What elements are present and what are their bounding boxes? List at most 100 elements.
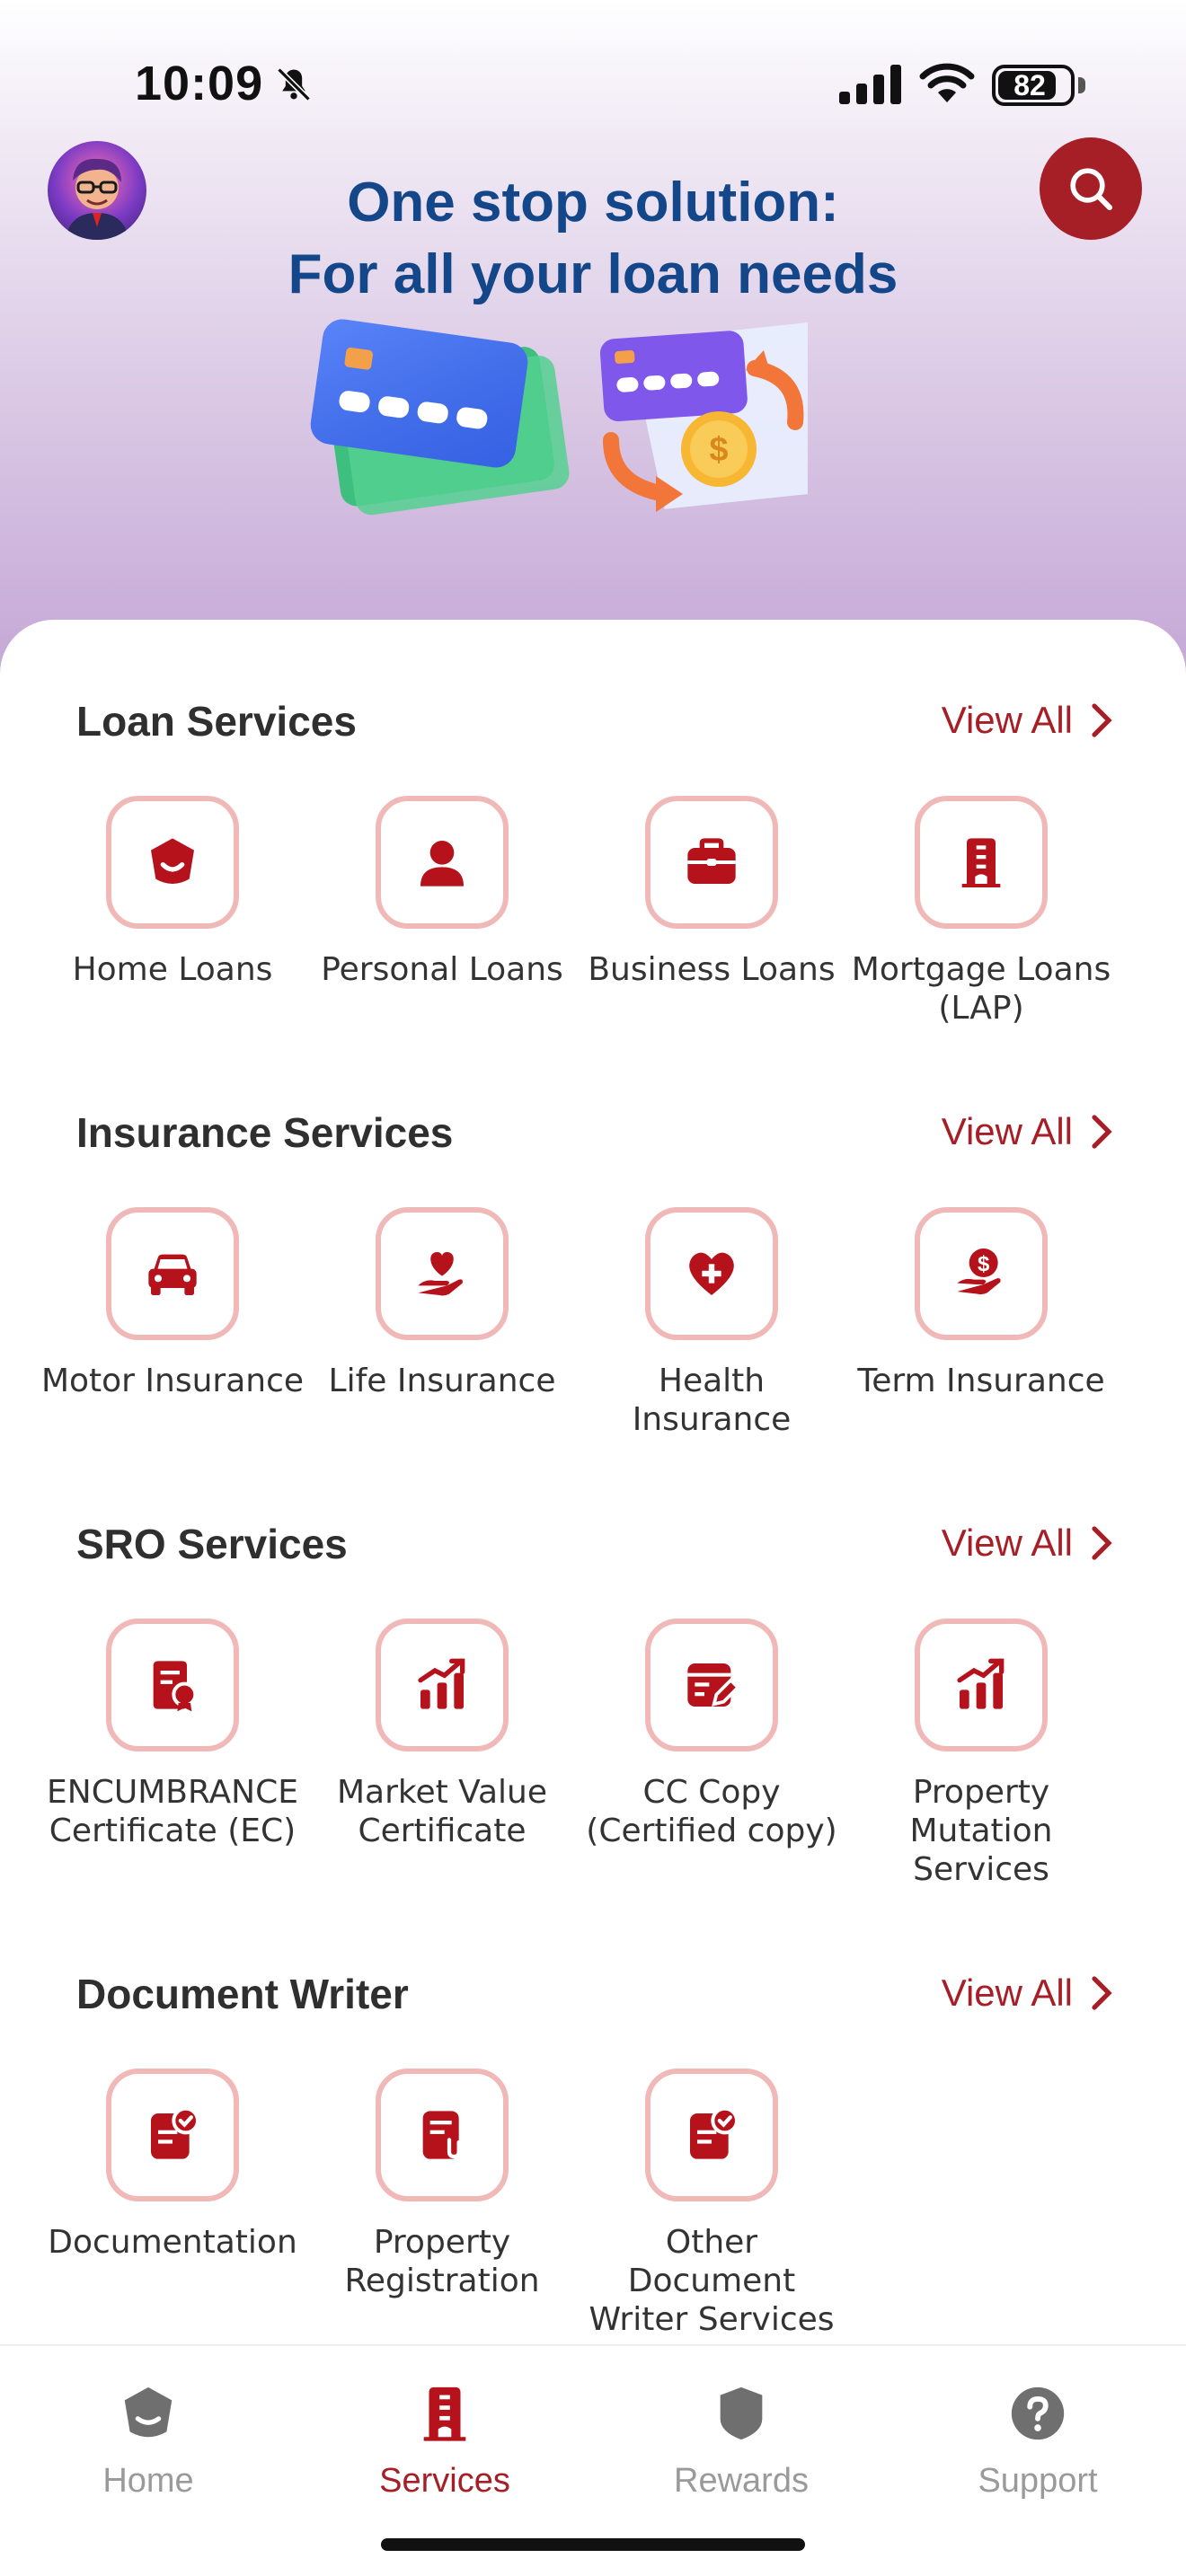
battery-percent: 82: [1013, 69, 1046, 101]
nav-label: Rewards: [674, 2462, 809, 2500]
service-label: ENCUMBRANCE Certificate (EC): [47, 1774, 298, 1849]
chevron-right-icon: [1092, 703, 1112, 737]
doc-attach-icon: [422, 2111, 461, 2159]
service-icon-box: [376, 796, 509, 929]
nav-label: Home: [102, 2462, 194, 2500]
chevron-right-icon: [1092, 1976, 1112, 2010]
home-shield-icon: [151, 838, 194, 884]
service-label: Life Insurance: [328, 1363, 556, 1399]
nav-services[interactable]: Services: [328, 2382, 562, 2501]
service-label: Mortgage Loans (LAP): [851, 951, 1111, 1027]
service-icon-box: [106, 796, 239, 929]
service-icon-box: [376, 1207, 509, 1340]
car-icon: [148, 1254, 197, 1295]
heart-plus-icon: [689, 1252, 734, 1295]
service-icon-box: $: [915, 1207, 1048, 1340]
service-icon-box: [645, 1619, 778, 1751]
nav-home[interactable]: Home: [31, 2382, 265, 2501]
service-icon-box: [915, 1619, 1048, 1751]
nav-label: Services: [379, 2462, 510, 2500]
bell-muted-icon: [277, 67, 311, 101]
badge-icon: [720, 2386, 763, 2440]
section-title-sro: SRO Services: [76, 1521, 348, 1567]
building-icon: [961, 838, 1001, 887]
hand-heart-icon: [418, 1252, 463, 1296]
service-icon-box: [106, 1619, 239, 1751]
service-property-mutation[interactable]: Property Mutation Services: [846, 1619, 1116, 1889]
service-label: Motor Insurance: [40, 1363, 305, 1399]
signal-icon: [839, 65, 901, 104]
service-life-insurance[interactable]: Life Insurance: [307, 1207, 577, 1400]
person-icon: [420, 841, 464, 887]
service-property-registration[interactable]: Property Registration: [307, 2069, 577, 2300]
battery-cap: [1078, 77, 1085, 93]
status-time: 10:09: [135, 57, 264, 110]
service-icon-box: [645, 796, 778, 929]
building-icon: [423, 2386, 466, 2441]
wifi-icon: [919, 63, 975, 102]
home-indicator: [381, 2538, 805, 2551]
doc-check-icon: [690, 2106, 739, 2159]
service-label: Term Insurance: [857, 1363, 1105, 1399]
question-icon: [1011, 2386, 1065, 2440]
view-all-label: View All: [941, 699, 1073, 741]
service-icon-box: [645, 2069, 778, 2201]
banner-title-line2: For all your loan needs: [288, 243, 898, 305]
service-label: Property Mutation Services: [909, 1774, 1053, 1888]
service-label: Personal Loans: [321, 951, 563, 988]
banner-illustration: $: [310, 319, 808, 516]
bar-chart-icon: [418, 1658, 465, 1709]
view-all-sro-button[interactable]: View All: [942, 1522, 1114, 1565]
service-encumbrance-certificate[interactable]: ENCUMBRANCE Certificate (EC): [38, 1619, 307, 1850]
service-personal-loans[interactable]: Personal Loans: [307, 796, 577, 989]
view-all-label: View All: [941, 1522, 1073, 1564]
section-title-loan: Loan Services: [76, 698, 357, 745]
certificate-icon: [153, 1661, 198, 1712]
view-all-label: View All: [941, 1972, 1073, 2014]
service-icon-box: [106, 2069, 239, 2201]
service-icon-box: [915, 796, 1048, 929]
nav-rewards[interactable]: Rewards: [624, 2382, 858, 2501]
home-shield-icon: [124, 2386, 173, 2438]
service-label: Documentation: [48, 2224, 297, 2261]
service-label: Home Loans: [72, 951, 273, 988]
service-health-insurance[interactable]: Health Insurance: [577, 1207, 846, 1439]
service-label: Other Document Writer Services: [589, 2224, 835, 2338]
view-all-insurance-button[interactable]: View All: [942, 1110, 1114, 1153]
chevron-right-icon: [1092, 1526, 1112, 1560]
view-all-loan-button[interactable]: View All: [942, 699, 1114, 742]
banner-title-line1: One stop solution:: [347, 172, 839, 234]
service-term-insurance[interactable]: $ Term Insurance: [846, 1207, 1116, 1400]
service-home-loans[interactable]: Home Loans: [38, 796, 307, 989]
service-label: CC Copy (Certified copy): [586, 1774, 837, 1849]
nav-support[interactable]: Support: [921, 2382, 1155, 2501]
battery-indicator: 82: [992, 65, 1075, 106]
section-title-insurance: Insurance Services: [76, 1109, 454, 1156]
service-market-value-certificate[interactable]: Market Value Certificate: [307, 1619, 577, 1850]
form-edit-icon: [687, 1663, 740, 1707]
briefcase-icon: [687, 838, 736, 884]
service-icon-box: [106, 1207, 239, 1340]
service-mortgage-loans[interactable]: Mortgage Loans (LAP): [846, 796, 1116, 1028]
nav-label: Support: [978, 2462, 1098, 2500]
service-icon-box: [376, 1619, 509, 1751]
doc-check-icon: [151, 2106, 199, 2159]
chevron-right-icon: [1092, 1115, 1112, 1149]
service-icon-box: [376, 2069, 509, 2201]
service-label: Property Registration: [344, 2224, 540, 2299]
view-all-document-writer-button[interactable]: View All: [942, 1972, 1114, 2015]
status-bar: 10:09 82: [0, 0, 1186, 135]
service-label: Market Value Certificate: [336, 1774, 548, 1849]
service-documentation[interactable]: Documentation: [38, 2069, 307, 2262]
service-label: Health Insurance: [632, 1363, 792, 1438]
service-business-loans[interactable]: Business Loans: [577, 796, 846, 989]
svg-text:$: $: [709, 431, 728, 469]
svg-text:$: $: [978, 1252, 990, 1276]
service-motor-insurance[interactable]: Motor Insurance: [38, 1207, 307, 1400]
hand-dollar-icon: $: [957, 1248, 1001, 1295]
service-icon-box: [645, 1207, 778, 1340]
service-cc-copy[interactable]: CC Copy (Certified copy): [577, 1619, 846, 1850]
section-title-document-writer: Document Writer: [76, 1971, 409, 2017]
service-other-document-writer[interactable]: Other Document Writer Services: [577, 2069, 846, 2339]
trend-chart-icon: [957, 1658, 1005, 1709]
